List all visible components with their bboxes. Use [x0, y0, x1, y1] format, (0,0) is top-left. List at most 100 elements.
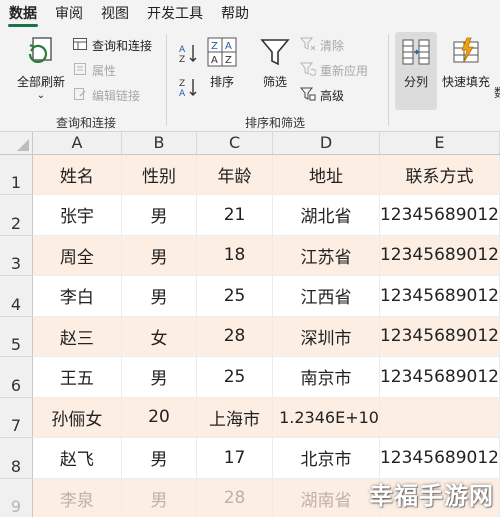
text-to-columns-button[interactable]: 分列 — [395, 36, 437, 90]
properties-label: 属性 — [92, 64, 117, 78]
row-header[interactable]: 5 — [0, 316, 33, 357]
table-row: 7 孙俪女 20 上海市 1.2346E+10 — [0, 397, 500, 438]
cell[interactable]: 联系方式 — [379, 154, 500, 195]
row-header[interactable]: 4 — [0, 275, 33, 317]
flash-fill-button[interactable]: 快速填充 — [440, 36, 492, 90]
group-data-tools-label: 数 — [494, 84, 500, 101]
cell[interactable]: 17 — [196, 437, 274, 479]
queries-connections-button[interactable]: 查询和连接 — [72, 36, 152, 55]
tab-review[interactable]: 审阅 — [46, 0, 92, 28]
clear-filter-button[interactable]: 清除 — [299, 36, 344, 55]
cell[interactable]: 18 — [196, 235, 274, 276]
select-all-icon — [16, 138, 29, 151]
refresh-all-button[interactable]: 全部刷新 ⌄ — [10, 34, 72, 101]
column-header-c[interactable]: C — [196, 132, 274, 155]
cell[interactable]: 年龄 — [196, 154, 274, 195]
cell[interactable]: 女 — [121, 316, 197, 357]
svg-text:Z: Z — [225, 55, 232, 66]
cell[interactable]: 周全 — [32, 235, 123, 276]
column-header-b[interactable]: B — [121, 132, 197, 155]
advanced-label: 高级 — [320, 89, 345, 103]
sort-descending-button[interactable]: ZA — [178, 76, 200, 101]
row-header[interactable]: 7 — [0, 397, 33, 438]
advanced-filter-icon — [299, 86, 316, 105]
sort-label: 排序 — [209, 75, 234, 89]
sort-button[interactable]: ZAAZ 排序 — [204, 36, 240, 90]
cell[interactable]: 男 — [121, 275, 197, 317]
filter-button[interactable]: 筛选 — [256, 36, 294, 90]
cell[interactable]: 12345689012 — [379, 437, 500, 479]
cell[interactable]: 赵三 — [32, 316, 123, 357]
row-header[interactable]: 9 — [0, 478, 33, 517]
cell[interactable]: 男 — [121, 437, 197, 479]
cell[interactable]: 江苏省 — [272, 235, 380, 276]
cell[interactable]: 12345689012 — [379, 275, 500, 317]
select-all-corner[interactable] — [0, 132, 33, 155]
cell[interactable]: 湖南省 — [272, 478, 380, 517]
spreadsheet-grid[interactable]: A B C D E 1 姓名 性别 年龄 地址 联系方式 2 张宇 男 21 湖… — [0, 132, 500, 517]
tab-view[interactable]: 视图 — [92, 0, 138, 28]
column-header-e[interactable]: E — [379, 132, 500, 155]
cell[interactable]: 李泉 — [32, 478, 123, 517]
reapply-button[interactable]: 重新应用 — [299, 61, 368, 80]
cell[interactable]: 25 — [196, 356, 274, 398]
advanced-filter-button[interactable]: 高级 — [299, 86, 345, 105]
cell[interactable]: 王五 — [32, 356, 123, 398]
cell[interactable]: 性别 — [121, 154, 197, 195]
ribbon-tab-bar: 数据 审阅 视图 开发工具 帮助 — [0, 0, 500, 28]
column-header-a[interactable]: A — [32, 132, 123, 155]
cell[interactable]: 湖北省 — [272, 194, 380, 236]
cell[interactable]: 25 — [196, 275, 274, 317]
chevron-down-icon[interactable]: ⌄ — [10, 90, 72, 101]
cell[interactable]: 男 — [121, 356, 197, 398]
cell[interactable]: 男 — [121, 194, 197, 236]
cell[interactable]: 12345689012 — [379, 316, 500, 357]
cell[interactable]: 张宇 — [32, 194, 123, 236]
cell[interactable]: 李白 — [32, 275, 123, 317]
cell[interactable]: 南京市 — [272, 356, 380, 398]
cell[interactable]: 地址 — [272, 154, 380, 195]
sort-descending-icon: ZA — [178, 76, 200, 101]
refresh-all-label: 全部刷新 — [16, 75, 65, 89]
cell[interactable] — [379, 397, 500, 438]
tab-data[interactable]: 数据 — [0, 0, 46, 28]
reapply-icon — [299, 61, 317, 80]
cell[interactable]: 1.2346E+10 — [272, 397, 380, 438]
row-header[interactable]: 1 — [0, 154, 33, 195]
cell[interactable]: 北京市 — [272, 437, 380, 479]
table-row: 4 李白 男 25 江西省 12345689012 — [0, 275, 500, 317]
cell[interactable]: 赵飞 — [32, 437, 123, 479]
cell[interactable]: 20 — [121, 397, 197, 438]
cell[interactable]: 孙俪女 — [32, 397, 123, 438]
edit-links-button[interactable]: 编辑链接 — [72, 86, 140, 105]
cell[interactable]: 男 — [121, 235, 197, 276]
ribbon-separator — [388, 34, 389, 126]
cell[interactable]: 12345689012 — [379, 356, 500, 398]
filter-label: 筛选 — [262, 75, 287, 89]
cell[interactable]: 上海市 — [196, 397, 274, 438]
row-header[interactable]: 2 — [0, 194, 33, 236]
row-header[interactable]: 6 — [0, 356, 33, 398]
cell[interactable]: 姓名 — [32, 154, 123, 195]
column-header-d[interactable]: D — [272, 132, 380, 155]
sort-ascending-icon: AZ — [178, 42, 200, 67]
cell[interactable]: 12345689012 — [379, 235, 500, 276]
group-queries-label: 查询和连接 — [56, 116, 117, 130]
row-header[interactable]: 8 — [0, 437, 33, 479]
ribbon-separator — [166, 34, 167, 126]
cell[interactable]: 男 — [121, 478, 197, 517]
cell[interactable]: 江西省 — [272, 275, 380, 317]
cell[interactable]: 12345689012 — [379, 194, 500, 236]
cell[interactable]: 21 — [196, 194, 274, 236]
svg-text:Z: Z — [179, 55, 185, 64]
svg-text:A: A — [179, 89, 186, 98]
cell[interactable]: 28 — [196, 478, 274, 517]
cell[interactable]: 深圳市 — [272, 316, 380, 357]
properties-button[interactable]: 属性 — [72, 61, 116, 80]
row-header[interactable]: 3 — [0, 235, 33, 276]
sort-ascending-button[interactable]: AZ — [178, 42, 200, 67]
tab-developer[interactable]: 开发工具 — [138, 0, 212, 28]
table-row: 5 赵三 女 28 深圳市 12345689012 — [0, 316, 500, 357]
cell[interactable]: 28 — [196, 316, 274, 357]
tab-help[interactable]: 帮助 — [212, 0, 258, 28]
